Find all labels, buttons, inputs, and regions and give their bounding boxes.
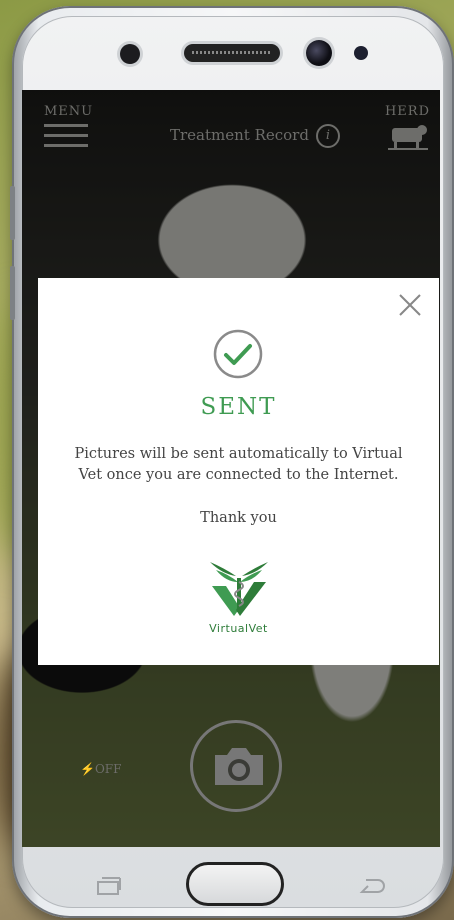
status-message: Pictures will be sent automatically to V… — [74, 446, 403, 483]
top-bar: MENU Treatment Record i HERD — [22, 90, 440, 160]
close-icon[interactable] — [397, 292, 423, 318]
front-camera — [306, 40, 332, 66]
thank-you-text: Thank you — [200, 510, 277, 526]
iris-sensor — [354, 46, 368, 60]
volume-up-button — [10, 186, 15, 240]
sent-dialog: SENT Pictures will be sent automatically… — [38, 278, 439, 665]
info-icon[interactable]: i — [316, 124, 340, 148]
app-screen: MENU Treatment Record i HERD ⚡OFF SENT P… — [22, 90, 440, 847]
flash-label: OFF — [94, 762, 122, 776]
proximity-sensor — [120, 44, 140, 64]
flash-icon: ⚡ — [80, 762, 95, 776]
status-title: SENT — [200, 394, 277, 420]
back-icon[interactable] — [358, 876, 386, 896]
check-circle-icon — [213, 329, 263, 379]
logo-wordmark: VirtualVet — [209, 622, 268, 635]
herd-cow-icon[interactable] — [388, 120, 428, 150]
volume-down-button — [10, 266, 15, 320]
recent-apps-icon[interactable] — [96, 876, 122, 896]
herd-label: HERD — [384, 104, 430, 119]
flash-toggle[interactable]: ⚡OFF — [80, 762, 121, 776]
menu-icon[interactable] — [44, 124, 88, 148]
menu-label: MENU — [44, 104, 94, 119]
page-title: Treatment Record — [170, 126, 309, 144]
camera-icon — [215, 748, 263, 785]
home-button[interactable] — [186, 862, 284, 906]
shutter-button[interactable] — [190, 720, 282, 812]
earpiece-speaker — [184, 44, 280, 62]
virtualvet-logo-icon — [210, 562, 268, 616]
